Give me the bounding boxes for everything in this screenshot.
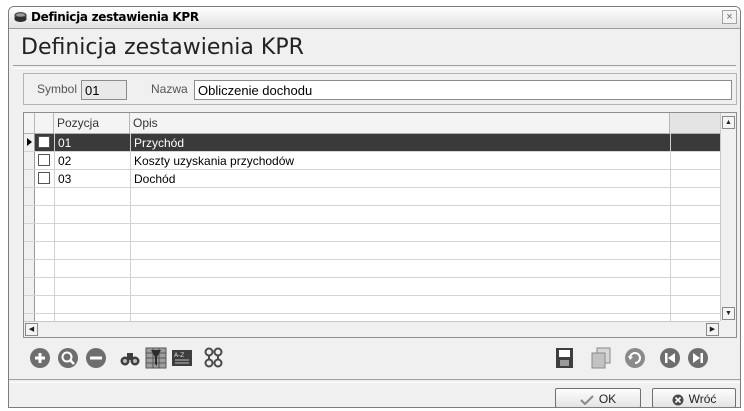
group-icon[interactable] (203, 347, 225, 369)
name-label: Nazwa (151, 82, 188, 96)
cell-opis: Koszty uzyskania przychodów (134, 154, 295, 168)
back-button[interactable]: Wróć (652, 388, 736, 407)
empty-row[interactable] (24, 260, 721, 278)
grid-line (54, 133, 55, 337)
empty-row[interactable] (24, 296, 721, 314)
page-title: Definicja zestawienia KPR (21, 35, 304, 60)
row-checkbox[interactable] (38, 154, 50, 166)
cell-opis: Dochód (134, 172, 176, 186)
save-icon[interactable] (554, 347, 576, 369)
back-label: Wróć (688, 392, 717, 406)
last-icon[interactable] (687, 347, 709, 369)
copy-icon[interactable] (590, 347, 612, 369)
cell-pozycja: 02 (58, 154, 72, 168)
row-indicator (24, 242, 35, 259)
scroll-left-icon[interactable]: ◀ (25, 323, 38, 336)
empty-row[interactable] (24, 242, 721, 260)
cancel-icon (672, 394, 684, 406)
table-row[interactable]: 03 Dochód (24, 170, 721, 188)
edit-icon[interactable] (57, 347, 79, 369)
filter-icon[interactable] (145, 347, 167, 369)
column-header-opis[interactable]: Opis (130, 113, 670, 133)
cell-pozycja: 03 (58, 172, 72, 186)
row-indicator (24, 188, 35, 205)
add-icon[interactable] (29, 347, 51, 369)
window-title: Definicja zestawienia KPR (31, 10, 199, 24)
grid-line (130, 133, 131, 337)
refresh-icon[interactable] (624, 347, 646, 369)
row-indicator (24, 170, 35, 187)
header-checkbox-cell (35, 113, 54, 133)
title-divider (13, 65, 736, 69)
ok-label: OK (598, 392, 617, 406)
row-indicator (24, 152, 35, 169)
scroll-right-icon[interactable]: ▶ (706, 323, 719, 336)
check-icon (580, 395, 594, 405)
svg-text:A-Z: A-Z (174, 352, 184, 359)
grid-header: Pozycja Opis (24, 113, 736, 134)
row-indicator (24, 224, 35, 241)
name-field[interactable]: Obliczenie dochodu (194, 80, 732, 100)
cell-opis: Przychód (134, 136, 185, 150)
toolbar: A-Z (23, 345, 737, 373)
app-icon (14, 12, 27, 22)
close-button[interactable]: × (722, 10, 737, 24)
footer-divider (9, 379, 740, 383)
positions-grid: Pozycja Opis 01 Przychód 02 Koszty uzyskani… (23, 112, 737, 338)
row-checkbox[interactable] (38, 136, 50, 148)
column-header-pozycja[interactable]: Pozycja (54, 113, 130, 133)
table-row[interactable]: 01 Przychód (24, 134, 721, 152)
symbol-label: Symbol (37, 82, 78, 96)
scroll-down-icon[interactable]: ▼ (722, 307, 735, 320)
grid-line (670, 133, 671, 337)
empty-row[interactable] (24, 224, 721, 242)
ok-button[interactable]: OK (555, 388, 641, 407)
delete-icon[interactable] (85, 347, 107, 369)
row-indicator (24, 206, 35, 223)
empty-row[interactable] (24, 206, 721, 224)
row-indicator (24, 296, 35, 313)
current-row-indicator (24, 134, 35, 151)
header-panel: Symbol 01 Nazwa Obliczenie dochodu (23, 73, 737, 105)
search-icon[interactable] (119, 347, 141, 369)
sort-icon[interactable]: A-Z (171, 347, 193, 369)
row-indicator (24, 260, 35, 277)
horizontal-scrollbar[interactable]: ◀ ▶ (24, 321, 720, 337)
dialog-window: Definicja zestawienia KPR × Definicja ze… (8, 6, 741, 408)
symbol-field: 01 (81, 80, 127, 100)
first-icon[interactable] (659, 347, 681, 369)
row-checkbox[interactable] (38, 172, 50, 184)
header-filler (670, 113, 721, 133)
scroll-up-icon[interactable]: ▲ (722, 116, 735, 129)
title-bar: Definicja zestawienia KPR × (9, 7, 740, 29)
vertical-scrollbar[interactable]: ▲ ▼ (720, 113, 736, 321)
close-icon: × (726, 11, 733, 23)
header-indicator-cell (24, 113, 35, 133)
table-row[interactable]: 02 Koszty uzyskania przychodów (24, 152, 721, 170)
empty-row[interactable] (24, 278, 721, 296)
row-indicator (24, 278, 35, 295)
cell-pozycja: 01 (58, 136, 72, 150)
scrollbar-corner (720, 321, 736, 337)
empty-row[interactable] (24, 188, 721, 206)
